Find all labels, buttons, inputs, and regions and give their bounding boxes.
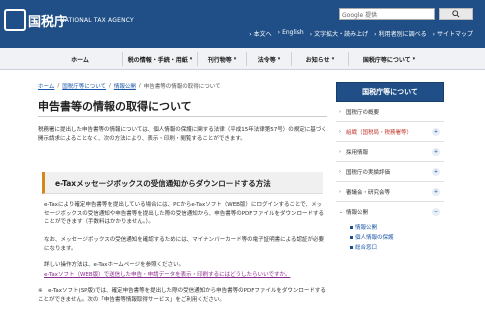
note-paragraph: ※ e-Taxソフト(SP版)では、確定申告書等を提出した際の受信通知から申告書… — [38, 288, 326, 303]
global-nav: ホーム 税の情報・手続・用紙 ▾ 刊行物等 ▾ 法令等 ▾ お知らせ ▾ 国税庁等につい… — [0, 48, 485, 70]
chevron-down-icon: ⌄ — [339, 209, 344, 215]
chevron-right-icon: › — [339, 108, 341, 115]
nav-home[interactable]: ホーム — [38, 48, 122, 70]
logo-mark-icon — [4, 9, 26, 31]
site-logo[interactable]: 国税庁 — [4, 9, 67, 31]
sidebar-item-evaluation[interactable]: › 国税庁の実績評価 + — [336, 162, 444, 182]
agency-name: NATIONAL TAX AGENCY — [60, 17, 134, 24]
chevron-down-icon: ▾ — [277, 56, 281, 62]
section-heading-box: e-Taxメッセージボックスの受信通知からダウンロードする方法 — [42, 172, 323, 194]
expand-icon[interactable]: + — [432, 128, 440, 136]
utility-link-skip[interactable]: › 本文へ — [249, 29, 271, 38]
sidebar-item-disclosure[interactable]: ⌄ 情報公開 − — [336, 202, 444, 222]
collapse-icon[interactable]: − — [432, 208, 440, 216]
body-paragraph-3: 詳しい操作方法は、e-Taxホームページを参照ください。 — [44, 262, 185, 268]
chevron-down-icon: ▾ — [189, 56, 193, 62]
breadcrumb-current: 申告書等の情報の取得について — [143, 84, 221, 90]
breadcrumb-about[interactable]: 国税庁等について — [62, 82, 106, 90]
sidebar-item-recruitment[interactable]: › 採用情報 + — [336, 142, 444, 162]
breadcrumb-home[interactable]: ホーム — [38, 82, 54, 90]
chevron-right-icon: › — [339, 148, 341, 155]
bullet-icon — [350, 245, 353, 249]
intro-paragraph: 税務署に提出した申告書等の情報については、個人情報の保護に関する法律（平成15年… — [38, 127, 327, 142]
faq-link[interactable]: e-Taxソフト（WEB版）で送信した申告・申請データを表示・印刷するにはどうし… — [44, 271, 324, 280]
body-paragraph-1: e-Taxにより確定申告書等を提出している場合には、PCからe-Taxソフト（W… — [44, 202, 324, 225]
sidebar-item-organization[interactable]: › 組織（国税局・税務署等） + — [336, 122, 444, 142]
sidebar-item-overview[interactable]: › 国税庁の概要 — [336, 102, 444, 122]
utility-link-accessibility[interactable]: › 文字拡大・読み上げ — [310, 29, 368, 38]
nav-laws[interactable]: 法令等 ▾ — [247, 48, 291, 70]
search-button[interactable] — [439, 8, 473, 20]
chevron-down-icon: ▾ — [412, 56, 416, 62]
breadcrumb-separator: / — [138, 83, 141, 89]
breadcrumb: ホーム / 国税庁等について / 情報公開 / 申告書等の情報の取得について — [38, 82, 221, 90]
body-paragraph-2: なお、メッセージボックスの受信通知を確認するためには、マイナンバーカード等の電子… — [44, 237, 324, 252]
nav-publications[interactable]: 刊行物等 ▾ — [198, 48, 246, 70]
sidebar-subitem-disclosure[interactable]: 情報公開 — [336, 222, 444, 232]
page-title: 申告書等の情報の取得について — [38, 100, 192, 113]
sidebar-item-councils[interactable]: › 審議会・研究会等 + — [336, 182, 444, 202]
utility-link-english[interactable]: › English — [278, 29, 304, 38]
expand-icon[interactable]: + — [432, 148, 440, 156]
title-divider — [38, 116, 327, 117]
nav-about[interactable]: 国税庁等について ▾ — [349, 48, 429, 70]
sidebar: 国税庁等について › 国税庁の概要 › 組織（国税局・税務署等） + › 採用情報 + ›… — [336, 82, 444, 252]
sidebar-title[interactable]: 国税庁等について — [336, 82, 444, 102]
bullet-icon — [350, 225, 353, 229]
expand-icon[interactable]: + — [432, 188, 440, 196]
chevron-down-icon: ▾ — [233, 56, 237, 62]
sidebar-subitem-privacy[interactable]: 個人情報の保護 — [336, 232, 444, 242]
chevron-right-icon: › — [339, 168, 341, 175]
nav-tax-info[interactable]: 税の情報・手続・用紙 ▾ — [123, 48, 197, 70]
section-heading: e-Taxメッセージボックスの受信通知からダウンロードする方法 — [55, 179, 271, 188]
chevron-right-icon: › — [339, 188, 341, 195]
sidebar-subitem-counter[interactable]: 総合窓口 — [336, 242, 444, 252]
nav-news[interactable]: お知らせ ▾ — [292, 48, 348, 70]
chevron-right-icon: › — [339, 128, 341, 135]
chevron-down-icon: ▾ — [331, 56, 335, 62]
search-brand: Google 提供 — [342, 12, 378, 19]
bullet-icon — [350, 235, 353, 239]
breadcrumb-disclosure[interactable]: 情報公開 — [114, 82, 136, 90]
search-icon — [452, 10, 460, 18]
utility-link-sitemap[interactable]: › サイトマップ — [433, 29, 473, 38]
expand-icon[interactable]: + — [432, 168, 440, 176]
breadcrumb-separator: / — [57, 83, 60, 89]
utility-link-user-type[interactable]: › 利用者別に調べる — [374, 29, 426, 38]
breadcrumb-separator: / — [109, 83, 111, 89]
site-header: 国税庁 NATIONAL TAX AGENCY Google 提供 › 本文へ ›… — [0, 0, 485, 48]
utility-links: › 本文へ › English › 文字拡大・読み上げ › 利用者別に調べる › サイトマ… — [249, 29, 473, 38]
